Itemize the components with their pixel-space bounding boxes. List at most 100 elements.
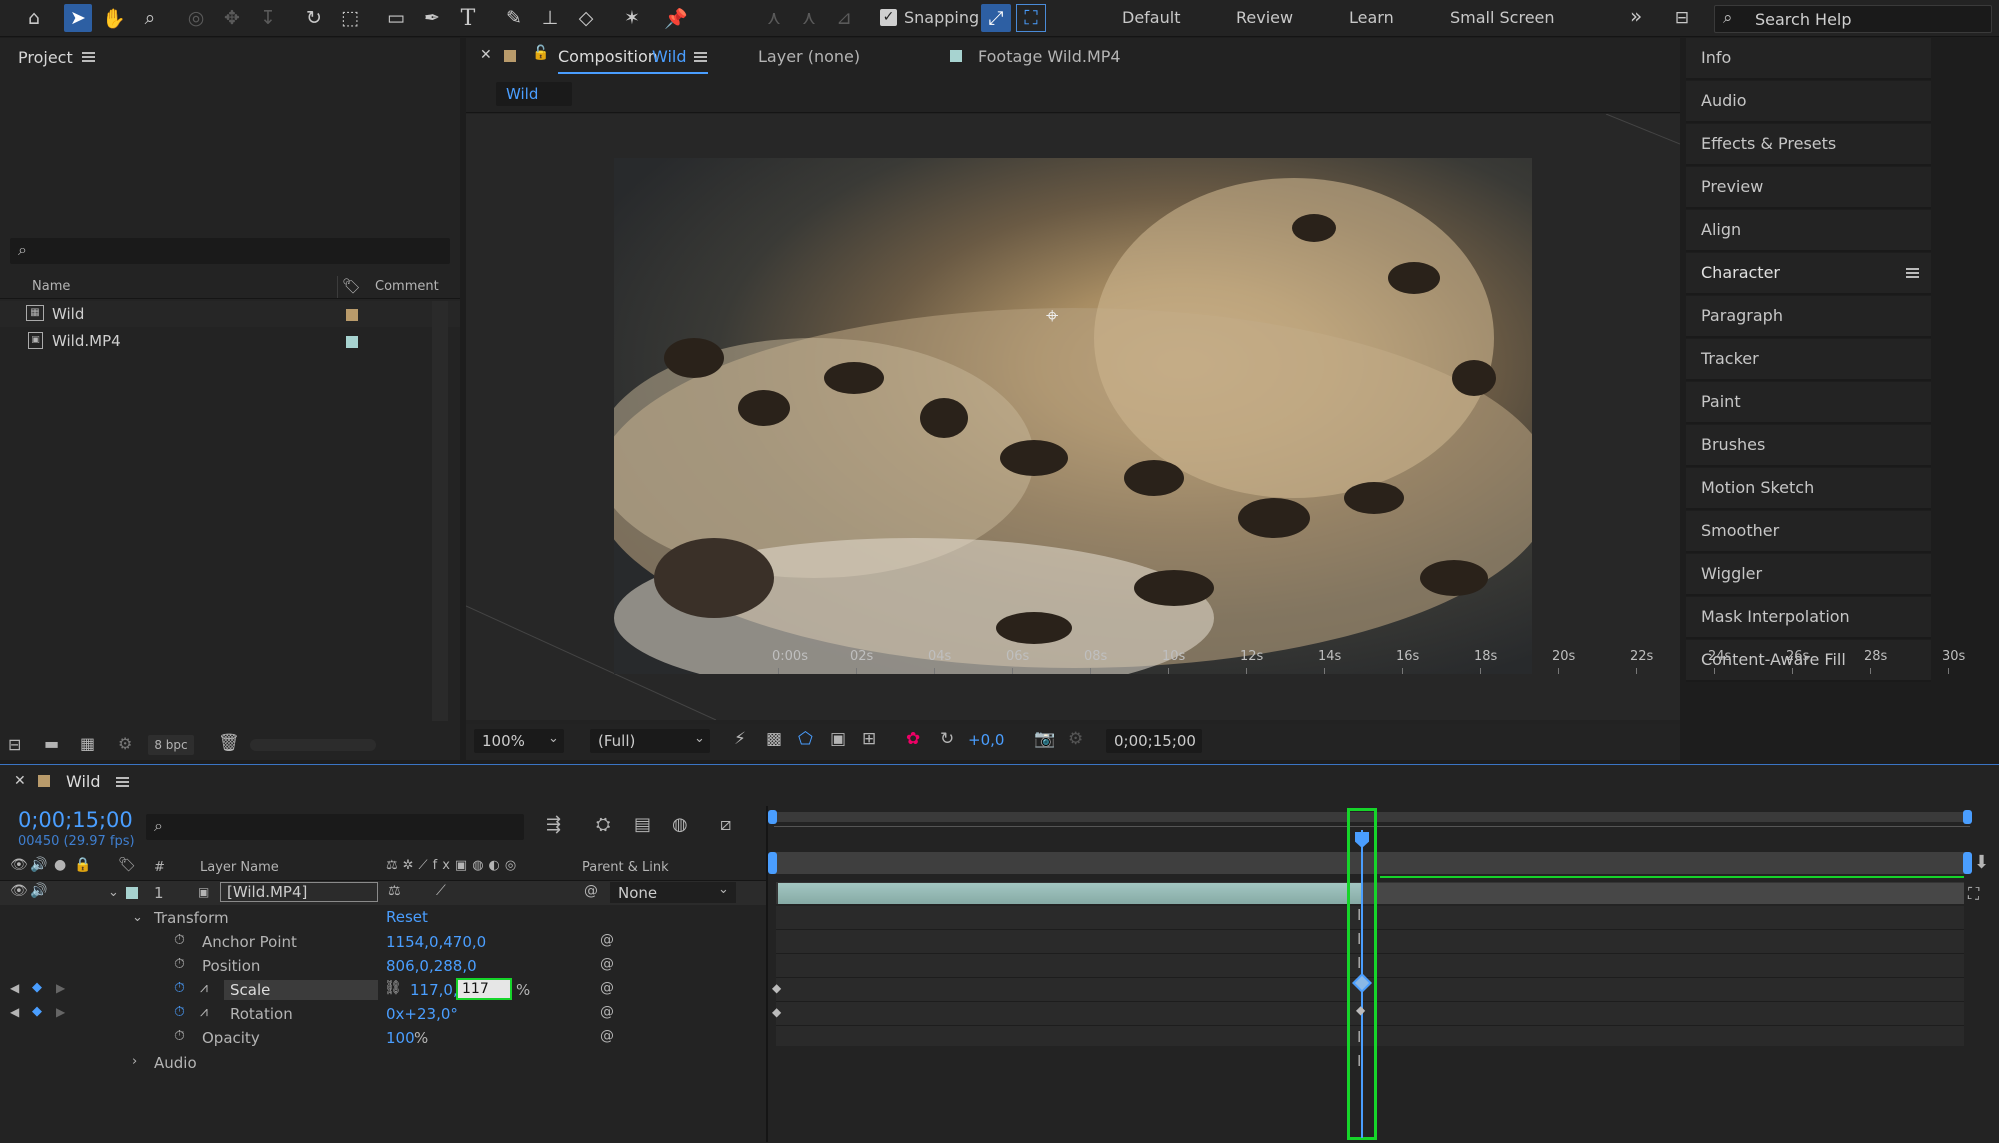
puppet-pin-tool-icon[interactable]: 📌 <box>662 4 690 32</box>
snow-leopard-footage-frame[interactable]: ⌖ <box>614 158 1532 674</box>
chevron-down-icon[interactable]: ⌄ <box>132 910 143 925</box>
workspace-default[interactable]: Default <box>1122 8 1180 27</box>
panel-tab-info[interactable]: Info <box>1686 38 1931 80</box>
panel-tab-audio[interactable]: Audio <box>1686 81 1931 123</box>
panel-tab-effects-presets[interactable]: Effects & Presets <box>1686 124 1931 166</box>
property-value[interactable]: 100 <box>386 1029 415 1047</box>
stopwatch-icon[interactable]: ⏱ <box>174 1028 185 1044</box>
work-area-start-handle[interactable] <box>768 852 777 874</box>
snapping-checkbox[interactable]: ✓ <box>880 9 897 26</box>
panel-tab-character[interactable]: Character <box>1686 253 1931 295</box>
property-value[interactable]: 806,0,288,0 <box>386 957 477 975</box>
property-value[interactable]: 1154,0,470,0 <box>386 933 486 951</box>
panel-tab-smoother[interactable]: Smoother <box>1686 511 1931 553</box>
label-swatch[interactable] <box>346 309 358 321</box>
expression-pick-whip-icon[interactable]: @ <box>600 932 614 948</box>
home-icon[interactable]: ⌂ <box>20 4 48 32</box>
exposure-value[interactable]: +0,0 <box>968 731 1004 749</box>
workspace-small-screen[interactable]: Small Screen <box>1450 8 1555 27</box>
project-item-row[interactable]: ▦ Wild ⊞ <box>0 301 460 327</box>
orbit-camera-icon[interactable]: ◎ <box>182 4 210 32</box>
rectangle-tool-icon[interactable]: ▭ <box>382 4 410 32</box>
close-icon[interactable]: ✕ <box>480 47 492 63</box>
composition-mini-flowchart-icon[interactable]: ⇶ <box>546 814 561 835</box>
reset-exposure-icon[interactable]: ↻ <box>940 729 954 749</box>
search-help-field[interactable]: ⌕ Search Help <box>1714 5 1992 33</box>
composition-tab-name[interactable]: Wild <box>652 47 687 66</box>
workspace-learn[interactable]: Learn <box>1349 8 1394 27</box>
eye-icon[interactable]: 👁 <box>10 883 28 899</box>
scale-value-edit-field[interactable]: 117 <box>456 978 512 1000</box>
viewer-timecode-display[interactable]: 0;00;15;00 <box>1106 729 1202 753</box>
property-value[interactable]: 117,0, <box>410 981 458 999</box>
pan-behind-tool-icon[interactable]: ⬚ <box>336 4 364 32</box>
current-time-display[interactable]: 0;00;15;00 <box>18 808 133 832</box>
character-panel-menu-icon[interactable] <box>1906 268 1919 278</box>
delete-icon[interactable]: 🗑 <box>218 733 240 753</box>
panel-tab-preview[interactable]: Preview <box>1686 167 1931 209</box>
zoom-tool-icon[interactable]: ⌕ <box>136 4 164 32</box>
anchor-point-crosshair-icon[interactable]: ⌖ <box>1046 304 1058 329</box>
lock-switch-icon[interactable]: 🔒 <box>74 857 91 873</box>
workspace-menu-icon[interactable]: ⊟ <box>1668 4 1696 32</box>
new-folder-icon[interactable]: ▬ <box>44 734 59 753</box>
speaker-icon[interactable]: 🔊 <box>30 883 47 899</box>
project-settings-icon[interactable]: ⚙ <box>118 734 132 753</box>
roto-brush-tool-icon[interactable]: ✶ <box>618 4 646 32</box>
chevron-down-icon[interactable]: ⌄ <box>108 885 119 900</box>
panel-tab-brushes[interactable]: Brushes <box>1686 425 1931 467</box>
layer-duration-bar[interactable] <box>778 883 1362 904</box>
frame-blending-icon[interactable]: ◍ <box>672 814 688 835</box>
selection-tool-icon[interactable]: ➤ <box>64 4 92 32</box>
name-column-header[interactable]: Name <box>32 279 70 294</box>
expression-pick-whip-icon[interactable]: @ <box>600 1028 614 1044</box>
rotation-tool-icon[interactable]: ↻ <box>300 4 328 32</box>
stopwatch-icon[interactable]: ⏱ <box>174 980 185 996</box>
timeline-zoom-icon[interactable]: ⛶ <box>1968 884 1979 904</box>
layer-name-field[interactable]: [Wild.MP4] <box>220 882 378 902</box>
dolly-camera-icon[interactable]: ↧ <box>254 4 282 32</box>
show-snapshot-icon[interactable]: ⚙ <box>1068 729 1083 749</box>
timeline-tab-name[interactable]: Wild <box>66 772 101 791</box>
timeline-search-input[interactable]: ⌕ <box>146 814 524 840</box>
next-keyframe-icon[interactable]: ▶ <box>56 1005 65 1019</box>
hide-shy-layers-icon[interactable]: ▤ <box>634 814 651 835</box>
time-navigator-start-handle[interactable] <box>768 810 777 824</box>
label-swatch[interactable] <box>346 336 358 348</box>
comment-column-header[interactable]: Comment <box>375 279 439 294</box>
parent-dropdown[interactable]: None ⌄ <box>610 882 736 903</box>
expression-pick-whip-icon[interactable]: @ <box>600 956 614 972</box>
region-of-interest-icon[interactable]: ▣ <box>830 729 846 749</box>
panel-tab-tracker[interactable]: Tracker <box>1686 339 1931 381</box>
fast-previews-icon[interactable]: ⚡ <box>734 729 746 749</box>
layer-name-column-header[interactable]: Layer Name <box>200 860 279 875</box>
composition-tab-prefix[interactable]: Composition <box>558 47 658 66</box>
world-axis-icon[interactable]: ⋏ <box>795 4 823 32</box>
graph-icon[interactable]: ⩘ <box>200 980 208 996</box>
snap-edges-icon[interactable]: ⤢ <box>981 4 1011 32</box>
hand-tool-icon[interactable]: ✋ <box>100 4 128 32</box>
eraser-tool-icon[interactable]: ◇ <box>572 4 600 32</box>
expression-pick-whip-icon[interactable]: @ <box>600 980 614 996</box>
transparency-grid-icon[interactable]: ▩ <box>766 729 782 749</box>
thumbnail-transparency-slider[interactable] <box>250 739 376 751</box>
brush-tool-icon[interactable]: ✎ <box>500 4 528 32</box>
layer-row[interactable]: 👁 🔊 ⌄ 1 ▣ [Wild.MP4] ⚖ ⟋ @ None ⌄ <box>0 881 767 905</box>
pan-camera-icon[interactable]: ✥ <box>218 4 246 32</box>
add-keyframe-icon[interactable]: ◆ <box>32 1004 42 1019</box>
show-channel-icon[interactable]: ✿ <box>906 729 920 749</box>
pick-whip-icon[interactable]: @ <box>584 883 598 899</box>
audio-group-label[interactable]: Audio <box>154 1054 197 1072</box>
snapshot-camera-icon[interactable]: 📷 <box>1034 729 1055 749</box>
scale-keyframe-start[interactable]: ◆ <box>772 981 781 995</box>
rotation-keyframe-start[interactable]: ◆ <box>772 1005 781 1019</box>
new-composition-icon[interactable]: ▦ <box>80 734 95 753</box>
expression-pick-whip-icon[interactable]: @ <box>600 1004 614 1020</box>
stopwatch-icon[interactable]: ⏱ <box>174 932 185 948</box>
draft-3d-icon[interactable]: ⛭ <box>596 814 610 835</box>
comp-marker-bin-icon[interactable]: ⬇ <box>1974 852 1989 873</box>
more-workspaces-button[interactable]: » <box>1630 4 1642 28</box>
panel-tab-paint[interactable]: Paint <box>1686 382 1931 424</box>
video-switch-icon[interactable]: 👁 <box>10 857 28 873</box>
graph-icon[interactable]: ⩘ <box>200 1004 208 1020</box>
